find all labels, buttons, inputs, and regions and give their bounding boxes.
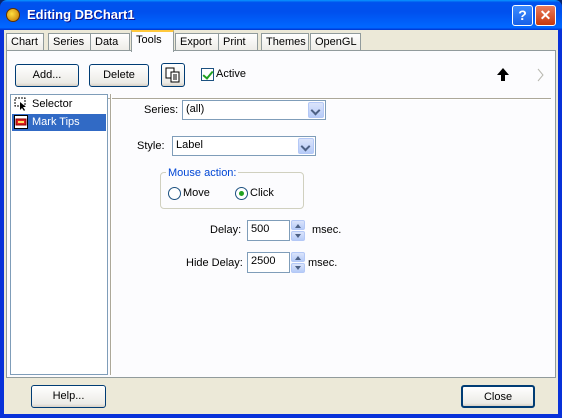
chevron-down-icon[interactable] [308,102,324,118]
click-label[interactable]: Click [250,187,274,199]
mark-tips-icon [14,115,28,129]
series-label: Series: [144,104,179,116]
spin-down-icon[interactable] [291,263,305,273]
help-title-button[interactable]: ? [512,5,533,26]
help-button-label: Help... [52,390,85,402]
copy-icon [165,67,180,83]
tab-data[interactable]: Data [90,33,130,51]
style-label: Style: [137,140,165,152]
add-tool-button[interactable]: Add... [15,64,79,87]
style-value: Label [176,139,203,151]
click-radio[interactable] [235,187,248,200]
chevron-down-icon[interactable] [298,138,314,154]
hide-delay-unit: msec. [308,257,338,269]
delete-tool-button[interactable]: Delete [89,64,149,87]
hide-delay-label: Hide Delay: [186,257,243,269]
hide-delay-spinner[interactable] [291,252,305,273]
spin-up-icon[interactable] [291,220,305,230]
dialog-window: Editing DBChart1 ? ✕ Chart Series Data T… [0,0,562,418]
title-bar[interactable]: Editing DBChart1 ? ✕ [0,0,562,30]
hide-delay-input[interactable]: 2500 [247,252,290,273]
tab-export[interactable]: Export [175,33,219,51]
list-item-mark-tips[interactable]: Mark Tips [12,114,106,131]
mouse-action-title: Mouse action: [166,167,239,179]
tab-series[interactable]: Series [48,33,92,51]
close-button-label: Close [483,391,513,403]
move-label[interactable]: Move [183,187,210,199]
move-up-icon[interactable] [496,67,510,83]
style-dropdown[interactable]: Label [172,136,316,156]
delay-input[interactable]: 500 [247,220,290,241]
move-radio[interactable] [168,187,181,200]
delete-tool-label: Delete [103,69,135,81]
move-down-icon[interactable] [536,68,546,82]
add-tool-label: Add... [32,69,62,81]
selector-icon [14,97,26,111]
frame-bottom [0,414,562,418]
active-label[interactable]: Active [216,68,246,80]
tab-chart[interactable]: Chart [6,33,44,51]
selector-label: Selector [32,98,73,110]
tab-themes[interactable]: Themes [261,33,309,51]
delay-label: Delay: [210,224,242,236]
delay-unit: msec. [312,224,342,236]
mark-tips-label: Mark Tips [32,116,80,128]
active-checkbox[interactable] [201,68,214,81]
tab-print[interactable]: Print [218,33,258,51]
tools-list[interactable]: Selector Mark Tips [10,94,108,375]
dialog-client-area: Chart Series Data Tools Export Print The… [4,30,558,414]
tab-opengl[interactable]: OpenGL [310,33,361,51]
app-icon [6,8,20,22]
list-item-selector[interactable]: Selector [12,96,106,113]
copy-tool-button[interactable] [161,63,185,87]
delay-spinner[interactable] [291,220,305,241]
series-value: (all) [186,103,205,115]
frame-right [558,30,562,418]
panel-divider [110,94,112,375]
close-title-button[interactable]: ✕ [535,5,556,26]
spin-down-icon[interactable] [291,231,305,241]
spin-up-icon[interactable] [291,252,305,262]
series-dropdown[interactable]: (all) [182,100,326,120]
close-button[interactable]: Close [461,385,535,408]
window-title: Editing DBChart1 [27,7,135,22]
tab-tools[interactable]: Tools [131,30,174,52]
help-button[interactable]: Help... [31,385,106,408]
